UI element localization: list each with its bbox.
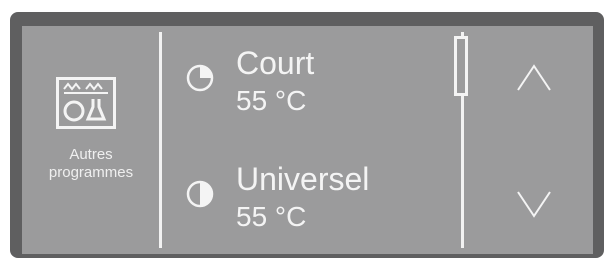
chevron-down-icon[interactable] (514, 188, 554, 220)
universal-timer-icon (186, 180, 214, 208)
control-panel: Autres programmes Court 55 °C Universel … (0, 0, 610, 260)
dishes-rack-icon (56, 77, 116, 129)
display-screen: Autres programmes Court 55 °C Universel … (22, 26, 593, 254)
chevron-up-icon[interactable] (514, 62, 554, 94)
program-name: Universel (236, 161, 370, 197)
program-item-universel[interactable]: Universel 55 °C (186, 162, 446, 242)
other-programs-label: Autres programmes (22, 146, 160, 182)
program-temperature: 55 °C (236, 85, 307, 116)
other-programs-label-line2: programmes (48, 164, 134, 181)
divider-left (159, 32, 162, 248)
program-name: Court (236, 45, 315, 81)
program-item-court[interactable]: Court 55 °C (186, 46, 446, 126)
short-timer-icon (186, 64, 214, 92)
other-programs-label-line1: Autres (69, 146, 113, 163)
scrollbar-thumb[interactable] (454, 36, 468, 96)
other-programs-button[interactable]: Autres programmes (22, 26, 160, 254)
program-temperature: 55 °C (236, 201, 307, 232)
